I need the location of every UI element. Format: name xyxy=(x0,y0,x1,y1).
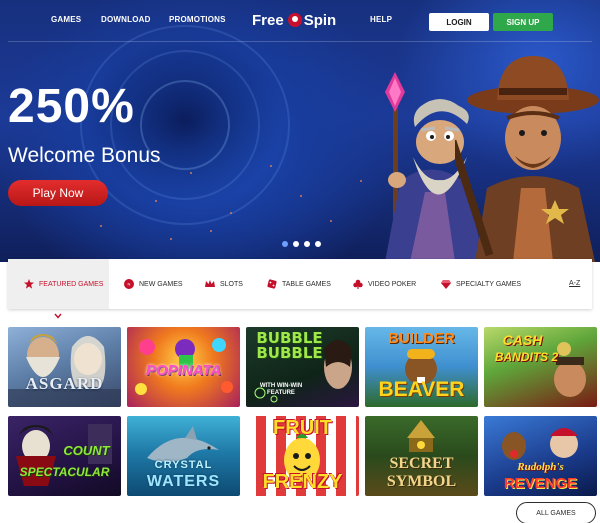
game-tile-rudolphs-revenge[interactable]: Rudolph's REVENGE xyxy=(484,416,597,496)
game-title: FRUIT xyxy=(273,417,332,439)
game-tile-fruit-frenzy[interactable]: FRUIT FRENZY xyxy=(246,416,359,496)
game-tile-cash-bandits-2[interactable]: CASH BANDITS 2 xyxy=(484,327,597,407)
brand-logo-icon xyxy=(287,13,302,27)
tab-video-poker[interactable]: VIDEO POKER xyxy=(353,259,416,309)
game-title: BUILDER xyxy=(388,330,455,347)
game-tile-count-spectacular[interactable]: COUNT SPECTACULAR xyxy=(8,416,121,496)
game-tile-asgard[interactable]: ASGARD xyxy=(8,327,121,407)
cowboy-character xyxy=(455,56,599,262)
game-tile-crystal-waters[interactable]: CRYSTAL WATERS xyxy=(127,416,240,496)
chevron-down-icon xyxy=(54,313,62,319)
carousel-dot[interactable] xyxy=(282,241,288,247)
signup-button[interactable]: SIGN UP xyxy=(493,13,553,31)
asgard-artwork xyxy=(8,334,121,407)
carousel-dot[interactable] xyxy=(293,241,299,247)
game-tile-bubble-bubble[interactable]: BUBBLE BUBBLE WITH WIN-WIN FEATURE xyxy=(246,327,359,407)
tab-label: SPECIALTY GAMES xyxy=(456,280,522,288)
brand-text-right: Spin xyxy=(303,11,337,29)
top-nav: GAMES DOWNLOAD PROMOTIONS Free Spin HELP… xyxy=(0,0,600,42)
login-button[interactable]: LOGIN xyxy=(429,13,489,31)
game-tile-secret-symbol[interactable]: SECRET SYMBOL xyxy=(365,416,478,496)
tab-specialty-games[interactable]: SPECIALTY GAMES xyxy=(441,259,521,309)
crown-icon xyxy=(205,280,215,287)
tab-label: SLOTS xyxy=(220,280,243,288)
game-title-line2: WATERS xyxy=(146,473,221,490)
play-now-button[interactable]: Play Now xyxy=(8,180,108,206)
brand-logo[interactable]: Free Spin xyxy=(252,9,336,31)
diamond-icon xyxy=(441,280,451,289)
game-title: CASH xyxy=(502,332,543,348)
tab-label: NEW GAMES xyxy=(139,280,183,288)
carousel-dot[interactable] xyxy=(315,241,321,247)
win-win-badge: WITH WIN-WIN FEATURE xyxy=(259,383,303,396)
dice-icon xyxy=(267,279,277,289)
game-title-line2: REVENGE xyxy=(503,475,578,492)
game-title: SECRET xyxy=(389,455,454,472)
game-tile-builder-beaver[interactable]: BUILDER BEAVER xyxy=(365,327,478,407)
game-title: POPINATA xyxy=(145,362,222,379)
tab-a-z[interactable]: A-Z xyxy=(569,280,580,287)
brand-text-left: Free xyxy=(252,11,284,29)
game-title-line2: FRENZY xyxy=(262,471,343,493)
svg-text:N: N xyxy=(128,282,131,287)
tab-new-games[interactable]: N NEW GAMES xyxy=(124,259,183,309)
club-icon xyxy=(353,279,363,289)
nav-games-link[interactable]: GAMES xyxy=(51,15,81,24)
nav-divider xyxy=(8,41,592,42)
game-tile-popinata[interactable]: POPINATA xyxy=(127,327,240,407)
game-title: Rudolph's xyxy=(517,461,564,473)
game-title: CRYSTAL xyxy=(154,459,213,471)
tab-label: VIDEO POKER xyxy=(368,280,417,288)
new-badge-icon: N xyxy=(124,279,134,289)
game-title-line2: BEAVER xyxy=(378,378,465,401)
nav-help-link[interactable]: HELP xyxy=(370,15,392,24)
category-bar: FEATURED GAMES N NEW GAMES SLOTS TABLE G… xyxy=(8,259,592,309)
game-title-line2: BANDITS 2 xyxy=(494,350,559,364)
nav-promotions-link[interactable]: PROMOTIONS xyxy=(169,15,226,24)
tab-slots[interactable]: SLOTS xyxy=(205,259,243,309)
nav-download-link[interactable]: DOWNLOAD xyxy=(101,15,151,24)
tab-label: TABLE GAMES xyxy=(282,280,331,288)
game-title-line2: SPECTACULAR xyxy=(19,465,110,479)
game-title: COUNT xyxy=(63,443,110,458)
game-title-line2: SYMBOL xyxy=(386,473,457,490)
carousel-dots xyxy=(282,241,321,247)
game-title: ASGARD xyxy=(25,374,104,393)
all-games-button[interactable]: ALL GAMES xyxy=(516,502,596,523)
game-title: BUBBLE BUBBLE xyxy=(256,329,323,362)
carousel-dot[interactable] xyxy=(304,241,310,247)
star-icon xyxy=(24,279,34,289)
tab-featured-games[interactable]: FEATURED GAMES xyxy=(8,259,109,309)
promo-amount: 250% xyxy=(8,80,135,133)
tab-table-games[interactable]: TABLE GAMES xyxy=(267,259,331,309)
tab-label: FEATURED GAMES xyxy=(39,280,104,288)
promo-label: Welcome Bonus xyxy=(8,144,161,167)
